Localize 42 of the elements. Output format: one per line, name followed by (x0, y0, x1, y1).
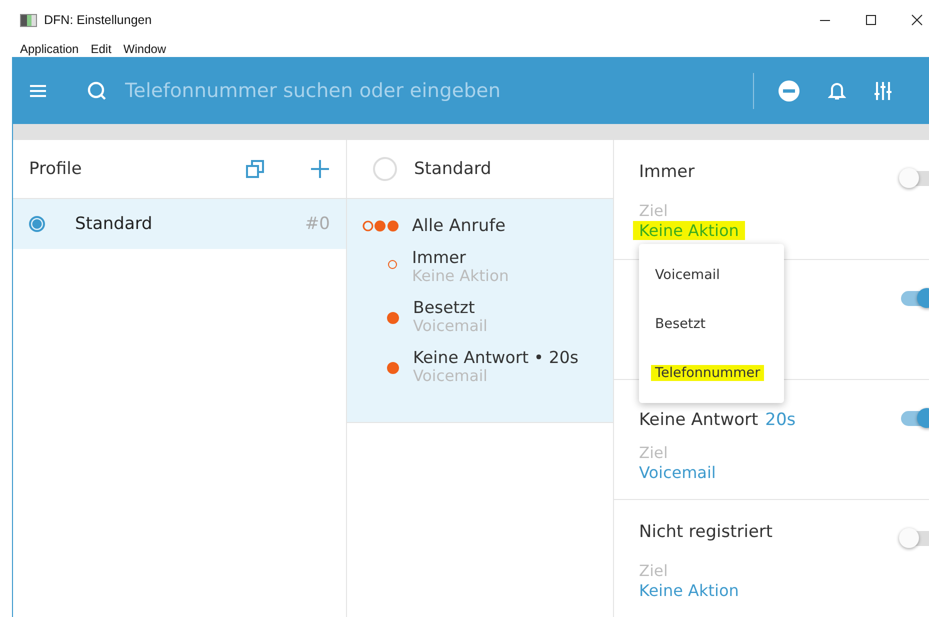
profile-number: #0 (304, 214, 330, 234)
rule-title: Immer (412, 248, 467, 267)
profile-name: Standard (75, 214, 152, 234)
profile-row[interactable]: Standard #0 (13, 199, 346, 249)
close-icon[interactable] (911, 14, 923, 26)
app-icon (20, 14, 37, 26)
rule-title: Keine Antwort • 20s (413, 348, 578, 367)
toggle-switch[interactable] (901, 531, 929, 546)
menu-item[interactable]: Window (123, 42, 166, 56)
menu-option[interactable]: Besetzt (655, 316, 706, 332)
setting-title: Immer (639, 162, 695, 184)
rule-title: Besetzt (413, 298, 476, 317)
status-dots-icon (362, 220, 400, 232)
column-title: Profile (29, 159, 82, 179)
rule-target: Keine Aktion (412, 267, 509, 285)
menu-icon[interactable] (29, 84, 47, 98)
menu-option[interactable]: Voicemail (655, 266, 720, 282)
profile-name: Standard (414, 159, 492, 179)
rule-title: Alle Anrufe (412, 216, 506, 236)
duplicate-icon[interactable] (246, 160, 264, 178)
toggle-switch[interactable] (901, 171, 929, 186)
menu-item[interactable]: Application (20, 42, 79, 56)
radio-button[interactable] (29, 216, 45, 232)
menu-item[interactable]: Edit (90, 42, 112, 56)
bell-icon[interactable] (828, 80, 846, 100)
setting-title: Keine Antwort (639, 410, 758, 432)
search-bar[interactable]: Telefonnummer suchen oder eingeben (13, 57, 929, 124)
add-icon[interactable] (310, 159, 330, 179)
maximize-icon[interactable] (865, 14, 877, 26)
do-not-disturb-icon[interactable] (778, 80, 800, 102)
toggle-switch[interactable] (901, 411, 929, 426)
toggle-switch[interactable] (901, 291, 929, 306)
field-label: Ziel (639, 202, 669, 221)
search-icon[interactable] (87, 80, 107, 100)
window-title: DFN: Einstellungen (44, 13, 152, 27)
rule-target: Voicemail (413, 367, 488, 385)
field-label: Ziel (639, 444, 669, 463)
sliders-icon[interactable] (874, 80, 892, 100)
rule-target: Voicemail (413, 317, 488, 335)
field-label: Ziel (639, 562, 669, 581)
setting-title: Nicht registriert (639, 522, 773, 544)
menu-option[interactable]: Telefonnummer (651, 364, 764, 380)
